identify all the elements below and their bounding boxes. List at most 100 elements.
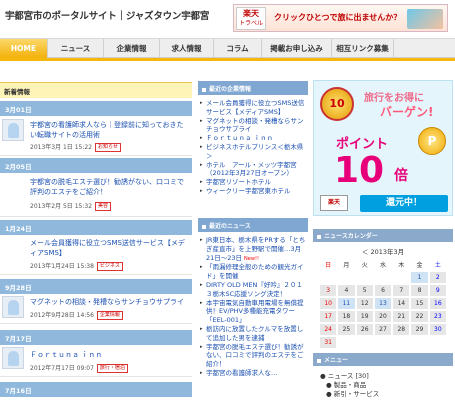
company-link[interactable]: Ｆｏｒｔｕｎａ ｉｎｎ	[200, 134, 308, 143]
calendar-day: 6	[374, 285, 392, 296]
news-link[interactable]: 宇都宮の脱毛エステ選び！勧誘がない、口コミで評判のエステをご紹介！	[200, 343, 308, 369]
category-badge[interactable]: 企業情報	[96, 311, 123, 320]
news-calendar: 日 月 火 水 木 金 土 1 2 3 4 5 6 7 8 9 10 11 12…	[318, 257, 448, 350]
menu-item-label: 製品・商品	[333, 381, 367, 389]
rakuten-logo: 楽天 トラベル	[236, 7, 266, 30]
calendar-day: 16	[429, 298, 446, 309]
post-title-link[interactable]: Ｆｏｒｔｕｎａ ｉｎｎ	[30, 350, 190, 360]
rakuten-logo-line2: トラベル	[238, 20, 263, 27]
company-info-heading-label: 最近の企業情報	[209, 86, 252, 93]
banner-image	[407, 9, 443, 29]
calendar-day: 22	[411, 311, 428, 322]
post-meta: 2012年7月17日 09:07 旅行・宿泊	[30, 363, 128, 373]
post-thumbnail[interactable]	[2, 119, 24, 141]
post-date: 7月17日	[0, 330, 192, 345]
post-title-link[interactable]: 宇都宮の看護師求人なら｜登録前に知っておきたい転職サイトの活用術	[30, 120, 190, 140]
post-thumbnail[interactable]	[2, 347, 24, 369]
document-icon	[8, 351, 19, 366]
nav-underline	[0, 58, 455, 61]
category-badge[interactable]: 美容	[95, 202, 112, 211]
category-badge[interactable]: ビジネス	[96, 262, 123, 271]
post-timestamp: 2013年2月 5日 15:32	[30, 203, 93, 210]
calendar-day	[338, 272, 354, 283]
nav-mutual-link[interactable]: 相互リンク募集	[332, 39, 394, 58]
post-date: 2月05日	[0, 158, 192, 173]
category-badge[interactable]: お知らせ	[95, 143, 121, 152]
post-timestamp: 2013年1月24日 15:38	[30, 263, 94, 270]
post-title-link[interactable]: マグネットの相談・発槽ならサンチョウサプライ	[30, 297, 190, 307]
nav-home[interactable]: HOME	[0, 39, 48, 58]
calendar-day: 10	[320, 298, 337, 309]
company-link[interactable]: ウィークリー宇都宮東ホテル	[200, 187, 308, 196]
calendar-day: 14	[393, 298, 410, 309]
news-list: JR東日本、栃木県をPRする「とちぎ産直市」を上野駅で開催…3月21日～23日 …	[200, 236, 308, 378]
news-link[interactable]: 栃訪内に放置したクルマを放置して追加した男を逮捕	[200, 325, 308, 343]
post-thumbnail[interactable]	[2, 296, 24, 318]
company-link[interactable]: 宇都宮リゾートホテル	[200, 178, 308, 187]
post-meta: 2013年3月 1日 15:22 お知らせ	[30, 142, 121, 152]
site-title[interactable]: 宇都宮市のポータルサイト｜ジャズタウン宇都宮	[5, 8, 209, 22]
menu-item-products[interactable]: ● 製品・商品	[320, 381, 379, 390]
medal-icon: 10	[320, 87, 354, 121]
calendar-day	[430, 337, 446, 348]
calendar-day-link[interactable]: 13	[374, 298, 392, 309]
calendar-day: 2	[429, 272, 446, 283]
calendar-day: 4	[338, 285, 355, 296]
post-date: 7月16日	[0, 382, 192, 397]
nav-column[interactable]: コラム	[214, 39, 262, 58]
post-title-link[interactable]: メール会員獲得に役立つSMS送信サービス【メディアSMS】	[30, 238, 190, 258]
ad-bargain-text: バーゲン!	[380, 105, 434, 119]
news-link[interactable]: DIRTY OLD MEN『好吟』２０１３栃木SC応援ソング決定！	[200, 281, 308, 299]
square-bullet-icon	[317, 358, 321, 363]
new-info-heading: 新着情報	[0, 82, 192, 98]
company-link[interactable]: メール会員獲得に役立つSMS送信サービス【メディアSMS】	[200, 99, 308, 117]
nav-news[interactable]: ニュース	[48, 39, 104, 58]
banner-text: クリックひとつで旅に出ませんか？	[274, 13, 402, 22]
calendar-day	[375, 337, 391, 348]
calendar-day-link[interactable]: 11	[338, 298, 355, 309]
news-link[interactable]: JR東日本、栃木県をPRする「とちぎ産直市」を上野駅で開催…3月21日～23日	[200, 236, 308, 263]
company-info-heading: 最近の企業情報	[198, 81, 308, 95]
calendar-day: 30	[429, 324, 446, 335]
news-heading: 最近のニュース	[198, 218, 308, 232]
company-link[interactable]: ビジネスホテルプリンス＜栃木県＞	[200, 143, 308, 161]
calendar-day-link[interactable]: 1	[411, 272, 428, 283]
company-info-list: メール会員獲得に役立つSMS送信サービス【メディアSMS】 マグネットの相談・発…	[200, 99, 308, 196]
calendar-day	[375, 272, 391, 283]
news-link[interactable]: 宇都宮の看護師求人な…	[200, 369, 308, 378]
weekday-header: 土	[434, 262, 441, 269]
menu-item-news[interactable]: ● ニュース [30]	[320, 372, 379, 381]
calendar-day: 12	[356, 298, 373, 309]
company-link[interactable]: ホテル アール・メッツ宇都宮（2012年3月27日オープン）	[200, 161, 308, 179]
news-link[interactable]: 「雨漏修理全般のための観光ガイド」を開催	[200, 263, 308, 281]
rakuten-travel-banner[interactable]: 楽天 トラベル クリックひとつで旅に出ませんか？	[233, 4, 448, 32]
point-coin-icon: P	[418, 127, 446, 155]
calendar-day	[338, 337, 354, 348]
document-icon	[8, 300, 19, 315]
menu-item-services[interactable]: ● 新引・サービス	[320, 390, 379, 399]
person-icon	[8, 123, 19, 138]
nav-job-info[interactable]: 求人情報	[160, 39, 214, 58]
calendar-day: 7	[393, 285, 410, 296]
square-bullet-icon	[202, 224, 206, 229]
post-meta: 2013年1月24日 15:38 ビジネス	[30, 261, 123, 271]
news-link[interactable]: 本宇宙電気自動車用電場を無償提供！EV/PHV多種能充電タワー「EEL-001」	[200, 299, 308, 325]
post-title-link[interactable]: 宇都宮の脱毛エステ選び！勧誘がない、口コミで評判のエステをご紹介！	[30, 177, 190, 197]
post-timestamp: 2013年3月 1日 15:22	[30, 144, 93, 151]
company-link[interactable]: マグネットの相談・発槽ならサンチョウサプライ	[200, 117, 308, 135]
ad-cashback-text: 還元中！	[360, 195, 448, 212]
category-badge[interactable]: 旅行・宿泊	[96, 364, 128, 373]
calendar-heading: ニュースカレンダー	[313, 229, 453, 242]
nav-company-info[interactable]: 企業情報	[104, 39, 160, 58]
post-meta: 2012年9月28日 14:56 企業情報	[30, 310, 123, 320]
rakuten-travel-ad[interactable]: 10 旅行をお得に バーゲン! ポイント P 10 倍 楽天 還元中！	[313, 80, 453, 216]
calendar-day: 21	[393, 311, 410, 322]
nav-listing-application[interactable]: 掲載お申し込み	[262, 39, 332, 58]
post-date: 1月24日	[0, 220, 192, 235]
post-timestamp: 2012年9月28日 14:56	[30, 312, 94, 319]
calendar-day: 19	[356, 311, 373, 322]
calendar-day: 29	[411, 324, 428, 335]
calendar-month-nav[interactable]: ＜ 2013年3月	[313, 246, 453, 256]
calendar-day: 24	[320, 324, 337, 335]
medal-number: 10	[329, 97, 345, 110]
